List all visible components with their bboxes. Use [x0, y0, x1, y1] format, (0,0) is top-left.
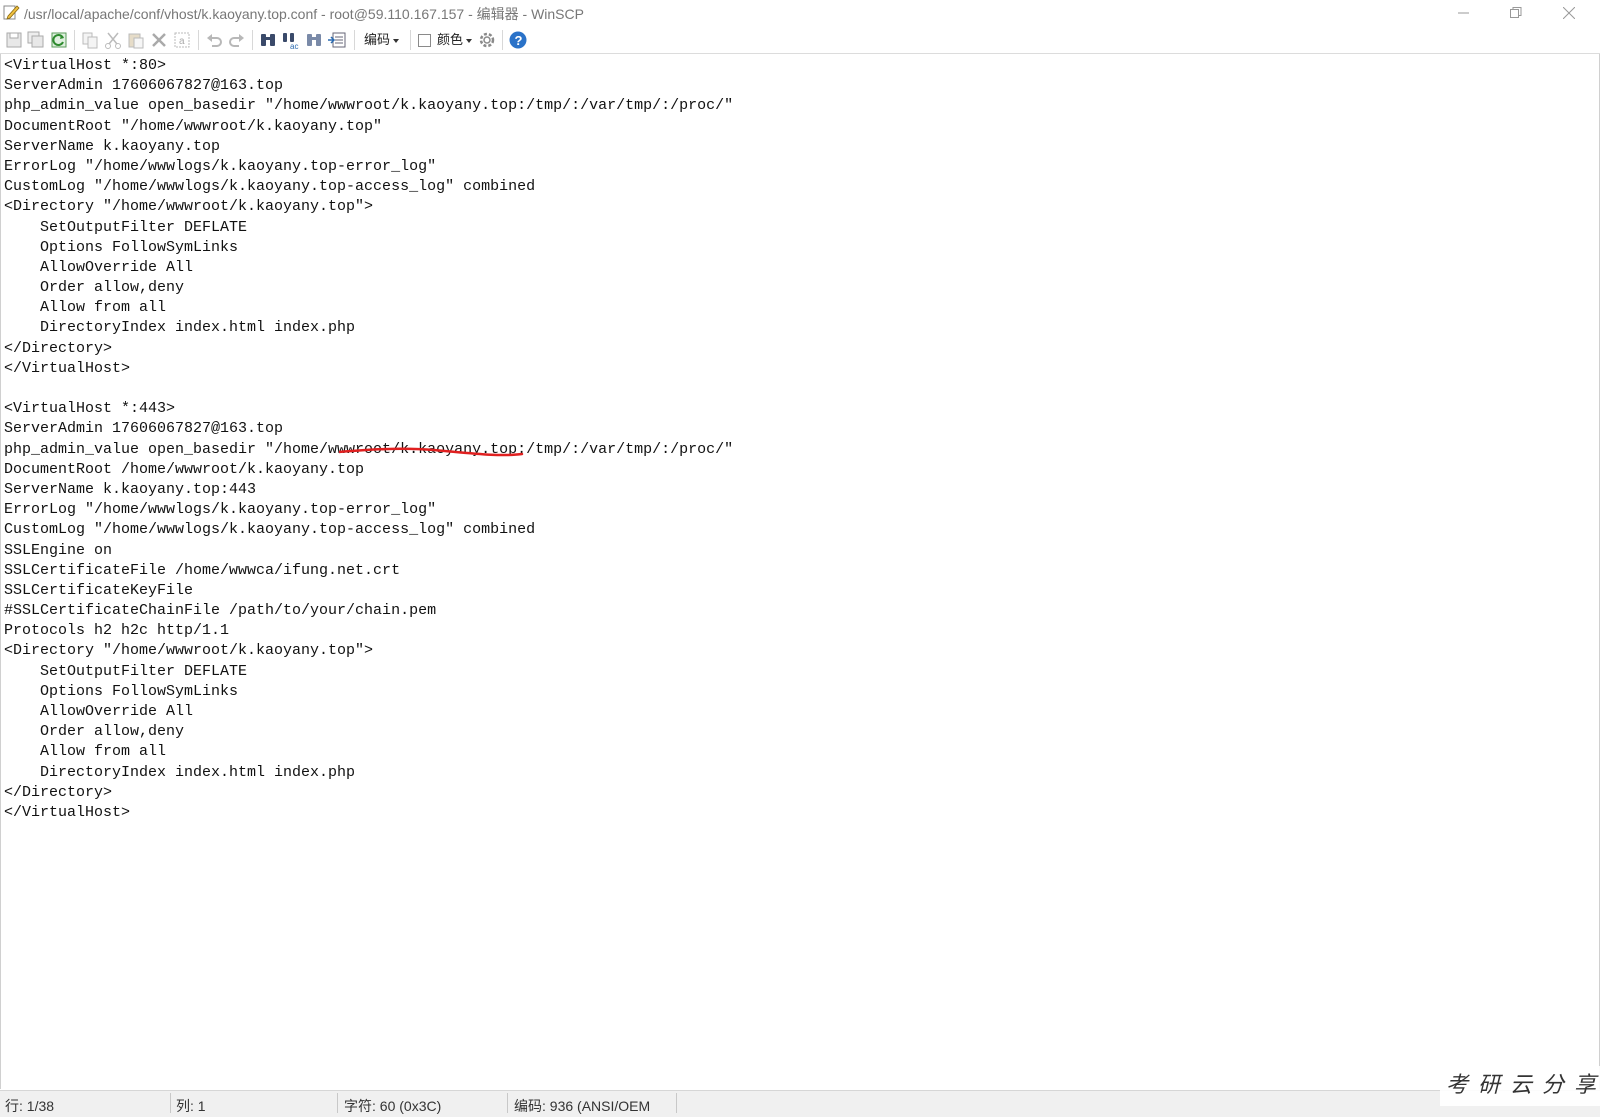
code-line: ErrorLog "/home/wwwlogs/k.kaoyany.top-er…: [4, 157, 437, 175]
find-icon[interactable]: [258, 30, 278, 50]
close-button[interactable]: [1546, 0, 1592, 26]
settings-icon[interactable]: [477, 30, 497, 50]
select-all-icon[interactable]: a: [172, 30, 192, 50]
paste-icon[interactable]: [126, 30, 146, 50]
code-line: <VirtualHost *:80>: [4, 57, 167, 74]
toolbar-separator: [252, 30, 253, 50]
code-line: DocumentRoot "/home/wwwroot/k.kaoyany.to…: [4, 117, 383, 135]
code-line: #SSLCertificateChainFile /path/to/your/c…: [4, 602, 437, 620]
find-next-icon[interactable]: [304, 30, 324, 50]
code-line: </VirtualHost>: [4, 359, 131, 377]
save-icon[interactable]: [4, 30, 24, 50]
code-line: Order allow,deny: [4, 723, 185, 741]
code-line: Protocols h2 h2c http/1.1: [4, 622, 230, 640]
code-line: SetOutputFilter DEFLATE: [4, 218, 248, 236]
svg-text:a: a: [179, 36, 185, 47]
chevron-down-icon: [466, 38, 473, 43]
code-line: </Directory>: [4, 783, 113, 801]
status-bar: 行: 1/38 列: 1 字符: 60 (0x3C) 编码: 936 (ANSI…: [0, 1090, 1600, 1117]
chevron-down-icon: [393, 38, 400, 43]
code-line: Allow from all: [4, 743, 167, 761]
code-content: <VirtualHost *:80> ServerAdmin 1760606782…: [4, 56, 733, 823]
toolbar-separator: [354, 30, 355, 50]
editor-toolbar: a ac 编码 颜色 ?: [0, 26, 1600, 54]
toolbar-separator: [74, 30, 75, 50]
minimize-button[interactable]: [1441, 0, 1487, 26]
toolbar-separator: [502, 30, 503, 50]
code-line: <Directory "/home/wwwroot/k.kaoyany.top"…: [4, 642, 374, 660]
encoding-dropdown[interactable]: 编码: [364, 29, 400, 51]
code-line: php_admin_value open_basedir "/home/wwwr…: [4, 97, 734, 115]
encoding-label: 编码: [364, 32, 391, 47]
code-line: ServerAdmin 17606067827@163.top: [4, 77, 284, 95]
svg-text:?: ?: [515, 33, 523, 48]
code-line: Order allow,deny: [4, 279, 185, 297]
save-all-icon[interactable]: [26, 30, 46, 50]
status-separator: [337, 1093, 338, 1113]
code-line: </Directory>: [4, 339, 113, 357]
reload-icon[interactable]: [49, 30, 69, 50]
color-label: 颜色: [437, 32, 464, 47]
svg-text:ac: ac: [290, 42, 298, 50]
cut-icon[interactable]: [103, 30, 123, 50]
code-line: Options FollowSymLinks: [4, 682, 239, 700]
status-encoding: 编码: 936 (ANSI/OEM: [514, 1098, 651, 1114]
code-line: ServerAdmin 17606067827@163.top: [4, 420, 284, 438]
code-line: ServerName k.kaoyany.top:443: [4, 480, 257, 498]
toolbar-separator: [410, 30, 411, 50]
copy-icon[interactable]: [80, 30, 100, 50]
minimize-icon: [1458, 12, 1469, 14]
goto-line-icon[interactable]: [327, 30, 347, 50]
edit-pencil-icon: [2, 3, 20, 21]
code-line: DirectoryIndex index.html index.php: [4, 763, 356, 781]
code-line: ErrorLog "/home/wwwlogs/k.kaoyany.top-er…: [4, 501, 437, 519]
color-dropdown[interactable]: 颜色: [437, 29, 473, 51]
close-icon: [1563, 7, 1575, 19]
text-editor[interactable]: <VirtualHost *:80> ServerAdmin 1760606782…: [0, 54, 1600, 1089]
code-line: AllowOverride All: [4, 258, 194, 276]
code-line: AllowOverride All: [4, 703, 194, 720]
code-line: SSLCertificateFile /home/wwwca/ifung.net…: [4, 561, 401, 579]
code-line: SSLCertificateKeyFile: [4, 581, 194, 599]
red-annotation-underline: [339, 447, 524, 457]
code-line: <VirtualHost *:443>: [4, 400, 176, 418]
status-separator: [507, 1093, 508, 1113]
status-separator: [170, 1093, 171, 1113]
color-checkbox[interactable]: [418, 34, 431, 47]
title-bar: /usr/local/apache/conf/vhost/k.kaoyany.t…: [0, 0, 1600, 26]
code-line: ServerName k.kaoyany.top: [4, 137, 221, 155]
status-char: 字符: 60 (0x3C): [344, 1098, 442, 1114]
code-line: SSLEngine on: [4, 541, 113, 559]
code-line: CustomLog "/home/wwwlogs/k.kaoyany.top-a…: [4, 521, 536, 539]
help-icon[interactable]: ?: [508, 30, 528, 50]
code-line: <Directory "/home/wwwroot/k.kaoyany.top"…: [4, 198, 374, 216]
watermark: 考研云分享: [1440, 1066, 1600, 1106]
code-line: Options FollowSymLinks: [4, 238, 239, 256]
code-line: Allow from all: [4, 299, 167, 317]
code-line: CustomLog "/home/wwwlogs/k.kaoyany.top-a…: [4, 178, 536, 196]
restore-icon: [1510, 7, 1522, 18]
toolbar-separator: [198, 30, 199, 50]
code-line: </VirtualHost>: [4, 803, 131, 821]
restore-button[interactable]: [1493, 0, 1539, 26]
code-line: DirectoryIndex index.html index.php: [4, 319, 356, 337]
status-separator: [676, 1093, 677, 1113]
redo-icon[interactable]: [227, 30, 247, 50]
status-line: 行: 1/38: [5, 1098, 55, 1114]
code-line: SetOutputFilter DEFLATE: [4, 662, 248, 680]
delete-icon[interactable]: [149, 30, 169, 50]
replace-icon[interactable]: ac: [281, 30, 301, 50]
window-title: /usr/local/apache/conf/vhost/k.kaoyany.t…: [24, 6, 584, 22]
status-column: 列: 1: [176, 1098, 206, 1114]
undo-icon[interactable]: [204, 30, 224, 50]
